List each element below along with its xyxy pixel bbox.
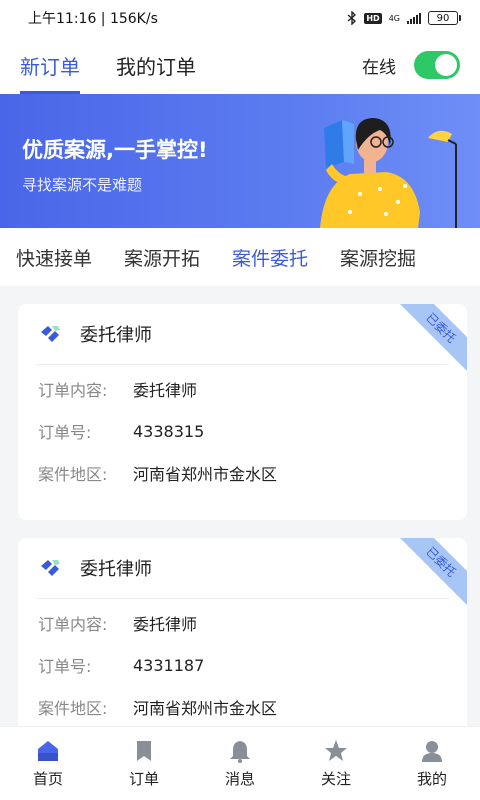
row-value: 河南省郑州市金水区: [133, 465, 278, 484]
top-tabs: 新订单 我的订单 在线: [0, 36, 480, 94]
online-toggle[interactable]: [414, 51, 460, 79]
row-label: 订单内容:: [38, 381, 108, 400]
nav-home[interactable]: 首页: [8, 738, 88, 789]
row-label: 案件地区:: [38, 699, 108, 718]
order-content-row: 订单内容: 委托律师: [18, 368, 467, 410]
category-tabs: 快速接单 案源开拓 案件委托 案源挖掘: [0, 228, 480, 286]
card-header: 委托律师: [18, 304, 467, 364]
order-content-row: 订单内容: 委托律师: [18, 602, 467, 644]
divider: [36, 598, 449, 599]
row-value: 委托律师: [133, 615, 198, 634]
handshake-icon: [41, 326, 60, 342]
row-label: 订单号:: [38, 423, 92, 442]
tab-quick-accept[interactable]: 快速接单: [16, 244, 92, 271]
row-label: 案件地区:: [38, 465, 108, 484]
nav-label: 订单: [128, 770, 159, 788]
nav-label: 首页: [32, 770, 63, 788]
banner-title: 优质案源,一手掌控!: [22, 138, 208, 162]
nav-profile[interactable]: 我的: [392, 738, 472, 789]
user-icon: [422, 741, 442, 762]
bookmark-icon: [137, 741, 151, 761]
row-value: 委托律师: [133, 381, 198, 400]
tab-case-source-expand[interactable]: 案源开拓: [124, 244, 200, 271]
row-value: 4331187: [133, 655, 205, 675]
tab-case-source-mining[interactable]: 案源挖掘: [340, 244, 416, 271]
row-value: 河南省郑州市金水区: [133, 699, 278, 718]
card-body: 订单内容: 委托律师 订单号: 4331187 案件地区: 河南省郑州市金水区: [18, 598, 467, 726]
battery-icon: 90: [428, 11, 461, 25]
case-region-row: 案件地区: 河南省郑州市金水区: [18, 452, 467, 494]
card-header: 委托律师: [18, 538, 467, 598]
case-region-row: 案件地区: 河南省郑州市金水区: [18, 686, 467, 726]
signal-icon: [407, 12, 421, 24]
card-title: 委托律师: [80, 559, 152, 580]
row-value: 4338315: [133, 421, 205, 441]
nav-messages[interactable]: 消息: [200, 738, 280, 789]
home-icon: [38, 741, 58, 761]
promo-banner[interactable]: 优质案源,一手掌控! 寻找案源不是难题: [0, 94, 480, 228]
status-bar: 上午11:16 | 156K/s HD 4G 90: [0, 0, 480, 36]
nav-label: 我的: [416, 770, 447, 788]
status-time: 上午11:16 | 156K/s: [28, 11, 158, 27]
order-list: 已委托 委托律师 订单内容: 委托律师 订单号: 4338315 案件地区: 河…: [0, 286, 480, 726]
tab-case-entrust[interactable]: 案件委托: [232, 244, 308, 271]
row-label: 订单内容:: [38, 615, 108, 634]
handshake-icon: [41, 560, 60, 576]
nav-follow[interactable]: 关注: [296, 738, 376, 789]
bluetooth-icon: [347, 11, 357, 25]
divider: [36, 364, 449, 365]
online-label: 在线: [362, 57, 396, 78]
banner-subtitle: 寻找案源不是难题: [22, 176, 143, 194]
star-icon: [325, 740, 347, 761]
hd-badge: HD: [364, 12, 382, 24]
order-number-row: 订单号: 4331187: [18, 644, 467, 686]
order-number-row: 订单号: 4338315: [18, 410, 467, 452]
nav-label: 关注: [320, 770, 351, 788]
tab-new-orders[interactable]: 新订单: [20, 36, 80, 94]
card-title: 委托律师: [80, 325, 152, 346]
online-status: 在线: [362, 51, 460, 79]
bell-icon: [230, 741, 250, 763]
nav-label: 消息: [224, 770, 255, 788]
tab-my-orders[interactable]: 我的订单: [116, 36, 196, 94]
order-card[interactable]: 已委托 委托律师 订单内容: 委托律师 订单号: 4338315 案件地区: 河…: [18, 304, 467, 520]
nav-orders[interactable]: 订单: [104, 738, 184, 789]
reading-woman-illustration: [320, 118, 457, 228]
card-body: 订单内容: 委托律师 订单号: 4338315 案件地区: 河南省郑州市金水区: [18, 364, 467, 494]
bottom-nav: 首页 订单 消息 关注 我的: [0, 726, 480, 800]
order-card[interactable]: 已委托 委托律师 订单内容: 委托律师 订单号: 4331187 案件地区: 河…: [18, 538, 467, 726]
network-label: 4G: [388, 13, 400, 23]
status-icons: HD 4G 90: [347, 11, 461, 25]
row-label: 订单号:: [38, 657, 92, 676]
